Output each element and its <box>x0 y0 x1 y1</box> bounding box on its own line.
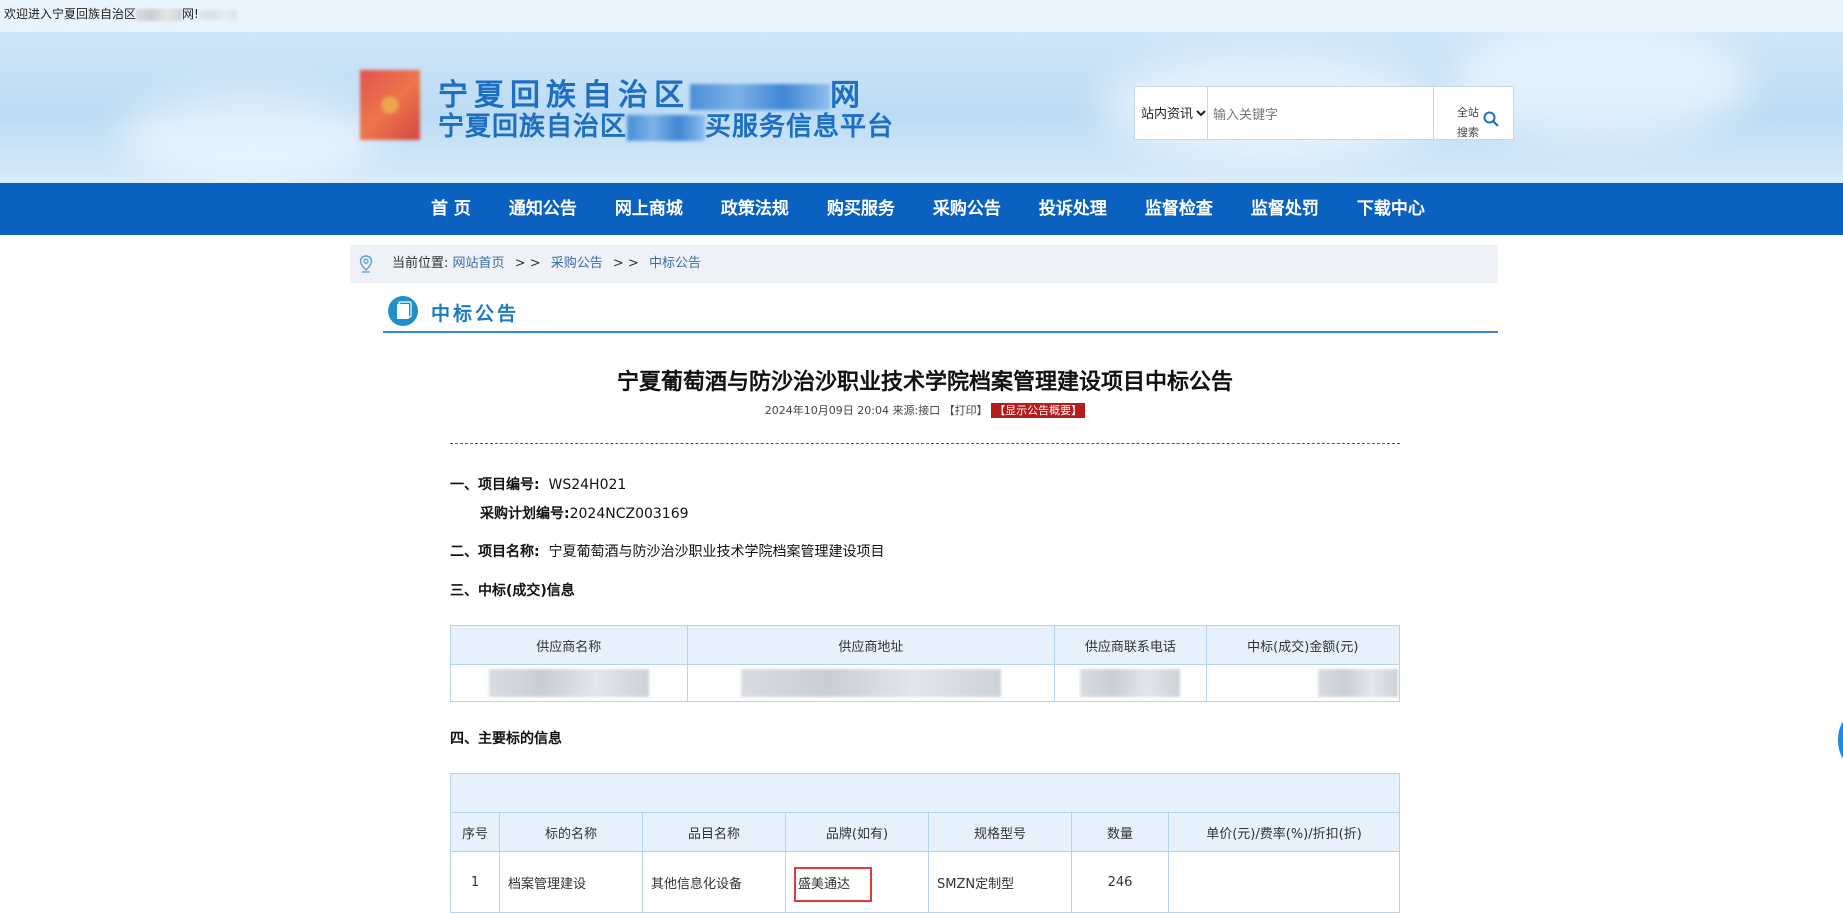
project-number: 一、项目编号: WS24H021 <box>450 477 627 493</box>
article-title: 宁夏葡萄酒与防沙治沙职业技术学院档案管理建设项目中标公告 <box>616 370 1233 395</box>
search-button[interactable]: 全站 搜索 <box>1435 95 1511 139</box>
project-name: 二、项目名称: 宁夏葡萄酒与防沙治沙职业技术学院档案管理建设项目 <box>450 544 885 560</box>
redacted-block <box>198 9 237 20</box>
site-header: 宁夏回族自治区网 宁夏回族自治区买服务信息平台 站内资讯 全站搜索 <box>0 32 1843 183</box>
main-items-heading: 四、主要标的信息 <box>450 731 562 747</box>
nav-item-mall[interactable]: 网上商城 <box>596 183 702 235</box>
national-emblem-icon <box>360 70 420 140</box>
top-welcome-bar: 欢迎进入宁夏回族自治区 网! <box>0 0 1843 32</box>
award-info-heading: 三、中标(成交)信息 <box>450 583 575 599</box>
show-summary-button[interactable]: 【显示公告概要】 <box>991 403 1086 418</box>
col-header: 数量 <box>1071 812 1169 852</box>
col-header: 标的名称 <box>499 812 643 852</box>
nav-item-policy[interactable]: 政策法规 <box>702 183 808 235</box>
nav-item-complaint[interactable]: 投诉处理 <box>1020 183 1126 235</box>
col-header: 品牌(如有) <box>785 812 929 852</box>
nav-item-inspection[interactable]: 监督检查 <box>1126 183 1232 235</box>
main-nav: 首 页 通知公告 网上商城 政策法规 购买服务 采购公告 投诉处理 监督检查 监… <box>0 183 1843 235</box>
search-icon <box>1483 111 1499 127</box>
redacted-block <box>740 669 1001 697</box>
table-row: 1 档案管理建设 其他信息化设备 盛美通达 SMZN定制型 246 <box>450 851 1400 913</box>
col-header: 序号 <box>450 812 500 852</box>
section-title: 中标公告 <box>431 303 520 325</box>
search-box: 站内资讯 全站搜索 <box>1134 86 1514 140</box>
search-input[interactable] <box>1211 101 1435 127</box>
breadcrumb: 当前位置: 网站首页 > > 采购公告 > > 中标公告 <box>350 245 1498 283</box>
breadcrumb-link-procurement[interactable]: 采购公告 <box>551 256 603 271</box>
nav-item-home[interactable]: 首 页 <box>412 183 490 235</box>
welcome-text: 欢迎进入宁夏回族自治区 网! <box>4 0 237 28</box>
breadcrumb-label: 当前位置: <box>392 256 449 271</box>
breadcrumb-link-award[interactable]: 中标公告 <box>649 256 701 271</box>
location-pin-icon <box>359 255 373 273</box>
col-header: 品目名称 <box>642 812 786 852</box>
redacted-block <box>1318 669 1398 697</box>
redacted-block <box>1080 669 1181 697</box>
col-header: 规格型号 <box>928 812 1072 852</box>
nav-item-penalty[interactable]: 监督处罚 <box>1232 183 1338 235</box>
redacted-block <box>488 669 649 697</box>
document-icon <box>388 296 418 326</box>
breadcrumb-link-home[interactable]: 网站首页 <box>453 256 505 271</box>
nav-item-download[interactable]: 下载中心 <box>1338 183 1444 235</box>
floating-side-button[interactable] <box>1838 715 1843 765</box>
brand-highlight: 盛美通达 <box>794 866 873 902</box>
nav-item-procurement[interactable]: 采购公告 <box>914 183 1020 235</box>
col-header: 单价(元)/费率(%)/折扣(折) <box>1168 812 1400 852</box>
divider <box>450 443 1400 444</box>
table-row <box>450 664 1401 702</box>
col-header: 供应商地址 <box>686 625 1056 665</box>
winner-table: 供应商名称 供应商地址 供应商联系电话 中标(成交)金额(元) <box>450 625 1401 702</box>
col-header: 供应商联系电话 <box>1054 625 1207 665</box>
procurement-plan-number: 采购计划编号:2024NCZ003169 <box>480 506 689 522</box>
col-header: 供应商名称 <box>450 625 688 665</box>
redacted-block <box>136 8 183 21</box>
col-header: 中标(成交)金额(元) <box>1205 625 1401 665</box>
nav-item-notices[interactable]: 通知公告 <box>490 183 596 235</box>
item-table: 序号 标的名称 品目名称 品牌(如有) 规格型号 数量 单价(元)/费率(%)/… <box>450 773 1400 913</box>
site-title-line2: 宁夏回族自治区 买服务信息平台 <box>438 112 895 142</box>
article-meta: 2024年10月09日 20:04 来源:接口 【打印】 【显示公告概要】 <box>450 402 1400 418</box>
search-scope-select[interactable]: 站内资讯 <box>1137 101 1209 125</box>
nav-item-purchase-service[interactable]: 购买服务 <box>808 183 914 235</box>
section-header: 中标公告 <box>383 293 1498 333</box>
